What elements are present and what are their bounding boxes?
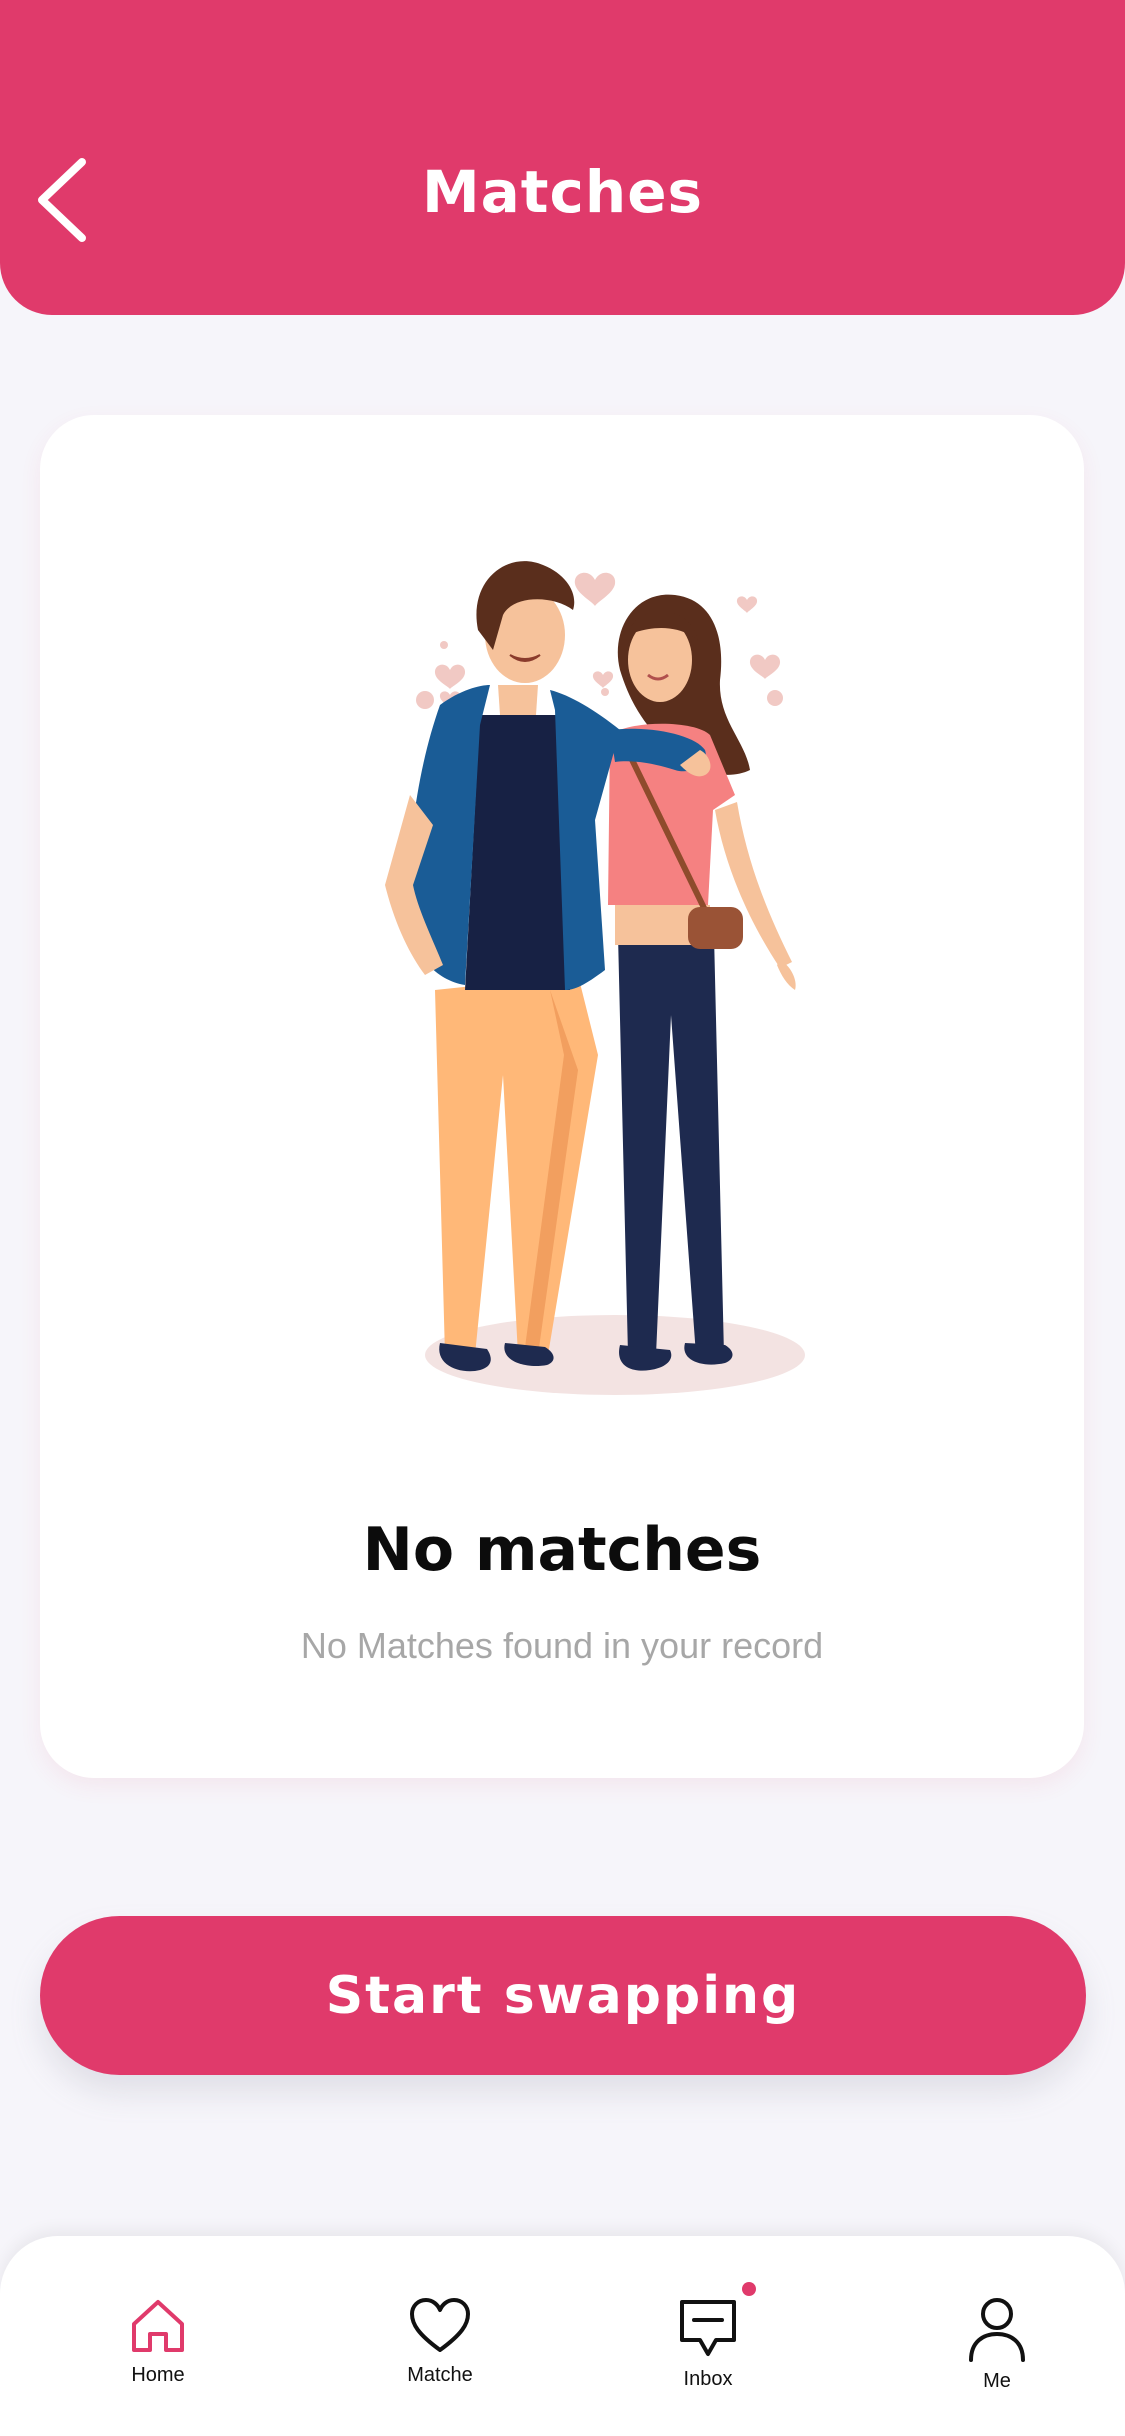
- empty-state-subtitle: No Matches found in your record: [300, 1625, 824, 1666]
- couple-illustration: [385, 561, 805, 1395]
- tab-home-label: Home: [131, 2364, 185, 2386]
- tab-matches[interactable]: Matche: [360, 2296, 520, 2416]
- tab-me[interactable]: Me: [917, 2296, 1077, 2416]
- page-title: Matches: [421, 158, 704, 226]
- tab-matches-label: Matche: [407, 2364, 473, 2386]
- notification-dot: [742, 2282, 756, 2296]
- tab-inbox-label: Inbox: [683, 2368, 733, 2390]
- empty-state-card: No matches No Matches found in your reco…: [40, 415, 1084, 1778]
- user-icon: [969, 2298, 1025, 2362]
- heart-icon: [410, 2298, 470, 2352]
- bottom-tab-bar: Home Matche Inbox Me: [0, 2236, 1125, 2436]
- tab-me-label: Me: [983, 2370, 1011, 2392]
- app-header: Matches: [0, 0, 1125, 315]
- start-swapping-button[interactable]: Start swapping: [40, 1916, 1086, 2075]
- tab-inbox[interactable]: Inbox: [628, 2282, 788, 2416]
- empty-state-title: No matches: [362, 1515, 762, 1585]
- tab-home[interactable]: Home: [78, 2296, 238, 2416]
- chat-icon: [680, 2300, 736, 2356]
- home-icon: [132, 2300, 184, 2352]
